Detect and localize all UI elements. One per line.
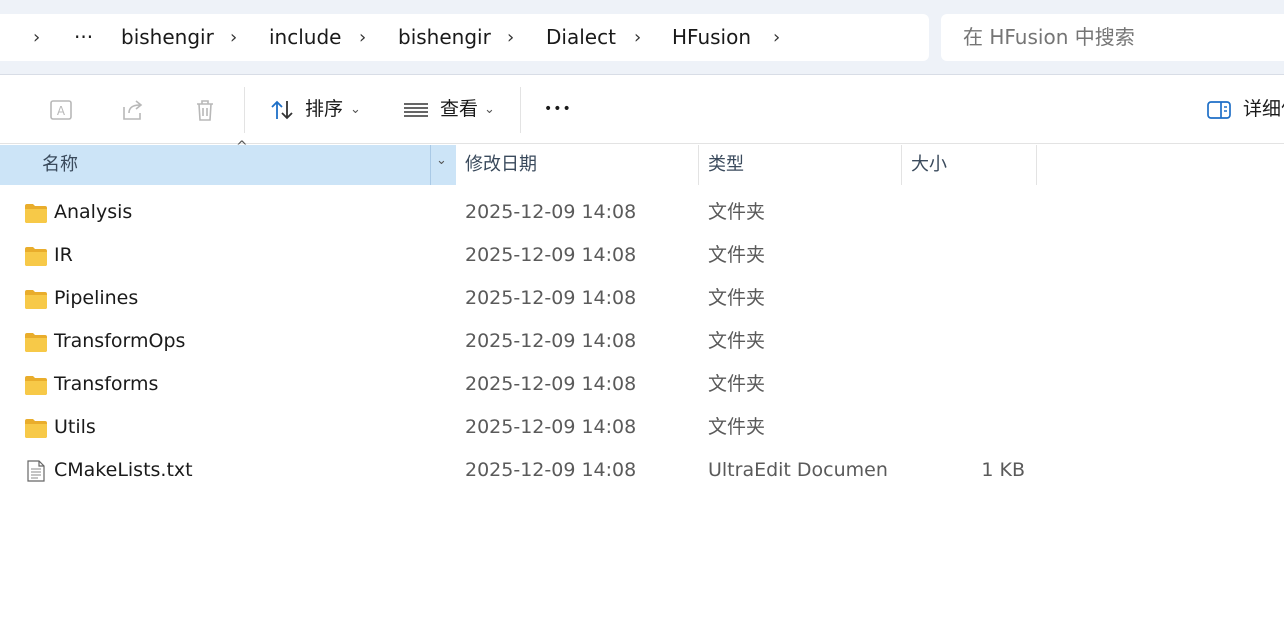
address-bar[interactable]: › ··· bishengir › include › bishengir › …	[0, 14, 929, 61]
breadcrumb-segment[interactable]: bishengir	[398, 14, 491, 61]
file-date: 2025-12-09 14:08	[465, 459, 637, 481]
delete-icon[interactable]	[192, 97, 218, 123]
view-label: 查看	[440, 98, 479, 120]
column-header-type[interactable]: 类型	[708, 145, 744, 185]
breadcrumb-segment-current[interactable]: HFusion	[672, 14, 751, 61]
list-item[interactable]: Pipelines 2025-12-09 14:08 文件夹	[0, 277, 1100, 320]
folder-icon	[25, 290, 47, 309]
file-date: 2025-12-09 14:08	[465, 201, 637, 223]
column-divider[interactable]	[1036, 145, 1037, 185]
file-type: 文件夹	[708, 244, 766, 266]
sort-arrows-icon	[271, 100, 293, 120]
chevron-right-icon[interactable]: ›	[634, 14, 641, 61]
chevron-right-icon[interactable]: ›	[507, 14, 514, 61]
more-options-button[interactable]: •••	[544, 75, 572, 144]
column-filter-dropdown[interactable]: ⌄	[430, 145, 456, 185]
folder-icon	[25, 247, 47, 266]
file-name: Utils	[54, 416, 96, 438]
file-size	[905, 320, 1025, 363]
file-type: 文件夹	[708, 330, 766, 352]
file-type: UltraEdit Documen...	[708, 459, 888, 481]
file-size	[905, 406, 1025, 449]
file-type: 文件夹	[708, 373, 766, 395]
list-item[interactable]: IR 2025-12-09 14:08 文件夹	[0, 234, 1100, 277]
sort-label: 排序	[305, 98, 344, 120]
folder-icon	[25, 333, 47, 352]
sort-ascending-icon: ^	[236, 139, 248, 155]
chevron-right-icon[interactable]: ›	[33, 14, 40, 61]
chevron-right-icon[interactable]: ›	[230, 14, 237, 61]
file-date: 2025-12-09 14:08	[465, 373, 637, 395]
file-name: CMakeLists.txt	[54, 459, 193, 481]
file-name: Transforms	[54, 373, 159, 395]
folder-icon	[25, 204, 47, 223]
file-size	[905, 277, 1025, 320]
file-size	[905, 363, 1025, 406]
chevron-down-icon: ⌄	[484, 102, 495, 117]
file-name: Pipelines	[54, 287, 139, 309]
file-name: TransformOps	[54, 330, 186, 352]
file-type: 文件夹	[708, 287, 766, 309]
breadcrumb-segment[interactable]: include	[269, 14, 341, 61]
file-date: 2025-12-09 14:08	[465, 287, 637, 309]
toolbar-divider	[520, 87, 521, 133]
column-header-row: 名称 ^ ⌄ 修改日期 类型 大小	[0, 139, 1284, 185]
navigation-bar: › ··· bishengir › include › bishengir › …	[0, 0, 1284, 75]
breadcrumb-segment[interactable]: Dialect	[546, 14, 616, 61]
chevron-down-icon: ⌄	[350, 102, 361, 117]
text-file-icon	[27, 460, 45, 482]
folder-icon	[25, 419, 47, 438]
file-date: 2025-12-09 14:08	[465, 244, 637, 266]
file-type: 文件夹	[708, 201, 766, 223]
view-lines-icon	[404, 103, 428, 117]
chevron-right-icon[interactable]: ›	[359, 14, 366, 61]
share-icon[interactable]	[120, 97, 146, 123]
file-size	[905, 234, 1025, 277]
list-item[interactable]: TransformOps 2025-12-09 14:08 文件夹	[0, 320, 1100, 363]
svg-text:A: A	[57, 104, 66, 118]
list-item[interactable]: Utils 2025-12-09 14:08 文件夹	[0, 406, 1100, 449]
details-pane-icon	[1207, 101, 1231, 119]
column-divider[interactable]	[901, 145, 902, 185]
search-input[interactable]	[941, 14, 1284, 61]
column-header-size[interactable]: 大小	[911, 145, 947, 185]
file-size	[905, 191, 1025, 234]
file-size: 1 KB	[981, 459, 1025, 481]
file-name: IR	[54, 244, 73, 266]
file-date: 2025-12-09 14:08	[465, 416, 637, 438]
command-bar: A 排序 ⌄ 查看 ⌄ ••• 详细信息	[0, 75, 1284, 144]
file-name: Analysis	[54, 201, 133, 223]
list-item[interactable]: Analysis 2025-12-09 14:08 文件夹	[0, 191, 1100, 234]
file-type: 文件夹	[708, 416, 766, 438]
column-header-name[interactable]: 名称 ^	[0, 139, 430, 185]
list-item[interactable]: Transforms 2025-12-09 14:08 文件夹	[0, 363, 1100, 406]
toolbar-divider	[244, 87, 245, 133]
breadcrumb-overflow[interactable]: ···	[74, 14, 93, 61]
column-divider[interactable]	[698, 145, 699, 185]
chevron-right-icon[interactable]: ›	[773, 14, 780, 61]
details-label: 详细信息	[1243, 98, 1284, 120]
folder-icon	[25, 376, 47, 395]
breadcrumb-segment[interactable]: bishengir	[121, 14, 214, 61]
list-item[interactable]: CMakeLists.txt 2025-12-09 14:08 UltraEdi…	[0, 449, 1100, 492]
chevron-down-icon: ⌄	[436, 153, 447, 168]
column-name-label: 名称	[42, 154, 78, 175]
rename-icon[interactable]: A	[48, 97, 74, 123]
column-header-date[interactable]: 修改日期	[465, 145, 537, 185]
file-date: 2025-12-09 14:08	[465, 330, 637, 352]
